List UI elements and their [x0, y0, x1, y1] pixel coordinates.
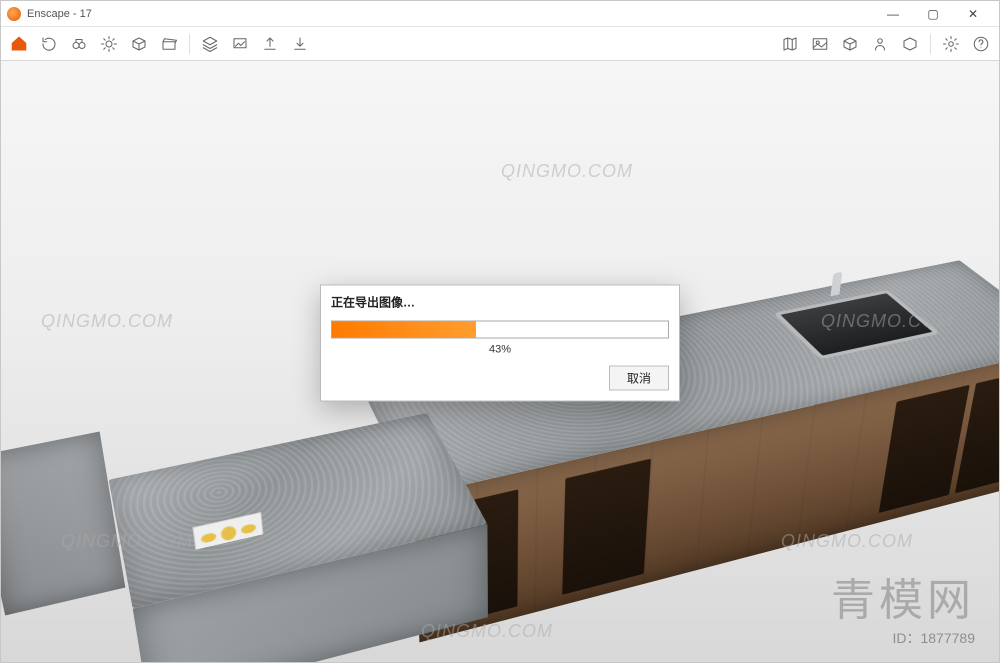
box-button[interactable]	[836, 30, 864, 58]
app-window: Enscape - 17 — ▢ ✕	[0, 0, 1000, 663]
maximize-button[interactable]: ▢	[913, 1, 953, 27]
cancel-button[interactable]: 取消	[609, 366, 669, 391]
cube-wire-button[interactable]	[125, 30, 153, 58]
help-icon	[972, 35, 990, 53]
export-arrow-icon	[261, 35, 279, 53]
help-button[interactable]	[967, 30, 995, 58]
render-viewport[interactable]: LOGO 项目席名 QINGMO.COM QINGMO.COM QINGMO.C…	[1, 61, 999, 662]
close-button[interactable]: ✕	[953, 1, 993, 27]
toolbar	[1, 27, 999, 61]
toolbar-divider	[189, 34, 190, 54]
gallery-button[interactable]	[806, 30, 834, 58]
cube-icon	[901, 35, 919, 53]
export-image-button[interactable]	[226, 30, 254, 58]
progress-bar-fill	[332, 322, 476, 338]
export-progress-dialog: 正在导出图像… 43% 取消	[320, 285, 680, 402]
map-button[interactable]	[776, 30, 804, 58]
layers-icon	[201, 35, 219, 53]
home-icon	[10, 35, 28, 53]
export-arrow-button[interactable]	[256, 30, 284, 58]
gallery-icon	[811, 35, 829, 53]
dialog-title: 正在导出图像…	[321, 286, 679, 317]
binoculars-icon	[70, 35, 88, 53]
minimize-button[interactable]: —	[873, 1, 913, 27]
person-button[interactable]	[866, 30, 894, 58]
sun-button[interactable]	[95, 30, 123, 58]
toolbar-divider	[930, 34, 931, 54]
progress-bar	[331, 321, 669, 339]
person-icon	[871, 35, 889, 53]
maximize-icon: ▢	[927, 7, 938, 21]
close-icon: ✕	[968, 7, 978, 21]
sun-icon	[100, 35, 118, 53]
watermark-brand: 青模网	[831, 564, 975, 628]
app-logo-icon	[7, 7, 21, 21]
binoculars-button[interactable]	[65, 30, 93, 58]
cancel-button-label: 取消	[627, 372, 651, 386]
import-arrow-button[interactable]	[286, 30, 314, 58]
refresh-icon	[40, 35, 58, 53]
progress-percent-label: 43%	[321, 341, 679, 362]
layers-button[interactable]	[196, 30, 224, 58]
shelf-opening	[879, 384, 970, 512]
watermark-id: ID：1877789	[892, 628, 975, 648]
box-icon	[841, 35, 859, 53]
cube-wire-icon	[130, 35, 148, 53]
export-image-icon	[231, 35, 249, 53]
settings-button[interactable]	[937, 30, 965, 58]
window-title: Enscape - 17	[27, 8, 92, 20]
map-icon	[781, 35, 799, 53]
gear-icon	[942, 35, 960, 53]
minimize-icon: —	[887, 7, 899, 21]
cube-button[interactable]	[896, 30, 924, 58]
clapper-button[interactable]	[155, 30, 183, 58]
refresh-button[interactable]	[35, 30, 63, 58]
titlebar: Enscape - 17 — ▢ ✕	[1, 1, 999, 27]
home-button[interactable]	[5, 30, 33, 58]
clapper-icon	[160, 35, 178, 53]
shelf-opening	[562, 458, 651, 594]
import-arrow-icon	[291, 35, 309, 53]
island-end-left	[1, 431, 125, 615]
